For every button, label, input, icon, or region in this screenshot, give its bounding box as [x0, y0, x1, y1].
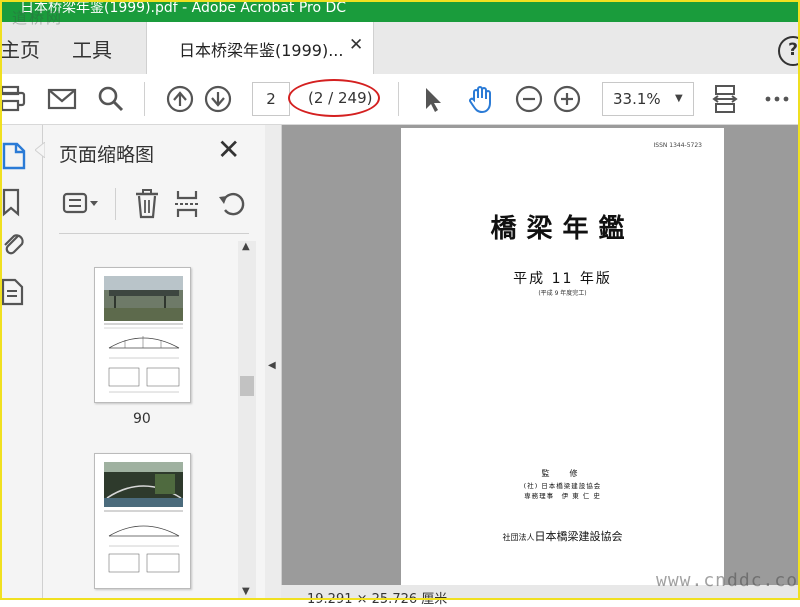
search-icon[interactable]: [93, 82, 127, 116]
print-icon[interactable]: [0, 82, 34, 116]
publisher: 社団法人日本橋梁建設協会: [401, 528, 724, 544]
scrollbar-thumb[interactable]: [240, 376, 254, 396]
tab-home[interactable]: 主页: [0, 34, 40, 63]
page-number-input[interactable]: 2: [252, 82, 290, 116]
bookmark-icon[interactable]: [0, 187, 30, 217]
page-size: 19.291 × 25.726 厘米: [307, 592, 448, 607]
document-edition-note: (平成 9 年度完工): [538, 290, 587, 297]
help-icon[interactable]: ?: [778, 36, 800, 66]
scroll-down-icon[interactable]: ▼: [242, 586, 250, 597]
panel-separator: [59, 233, 249, 234]
tab-document[interactable]: 日本桥梁年鉴(1999)... ✕: [146, 22, 374, 74]
rotate-icon[interactable]: [217, 188, 247, 220]
tab-document-label: 日本桥梁年鉴(1999)...: [179, 41, 344, 60]
hand-icon[interactable]: [464, 82, 498, 116]
publisher-name: 日本橋梁建設協会: [534, 530, 623, 543]
thumbnail-preview: [104, 462, 183, 573]
page-up-icon[interactable]: [163, 82, 197, 116]
panel-pointer: [35, 142, 45, 158]
chevron-down-icon: ▼: [675, 93, 683, 104]
publisher-prefix: 社団法人: [502, 533, 535, 542]
fit-width-icon[interactable]: [708, 82, 742, 116]
watermark-top-left: 道桥网: [12, 9, 64, 27]
highlight-ellipse: [288, 79, 380, 117]
thumbnails-scrollbar[interactable]: ▲ ▼: [238, 241, 256, 600]
more-icon[interactable]: [760, 82, 794, 116]
thumbnail-preview: [104, 276, 183, 393]
mail-icon[interactable]: [45, 82, 79, 116]
select-arrow-icon[interactable]: [416, 82, 450, 116]
document-icon[interactable]: [0, 277, 30, 307]
page-thumbnail[interactable]: [94, 267, 191, 403]
close-tab-icon[interactable]: ✕: [349, 35, 363, 55]
left-rail: [0, 125, 43, 600]
panel-title: 页面缩略图: [59, 144, 155, 166]
document-edition: 平成 11 年版: [513, 271, 612, 287]
toolbar-divider: [398, 82, 399, 116]
delete-icon[interactable]: [133, 188, 161, 220]
toolbar-divider: [144, 82, 145, 116]
tab-tools[interactable]: 工具: [72, 34, 112, 63]
scroll-up-icon[interactable]: ▲: [242, 241, 250, 252]
zoom-out-icon[interactable]: [512, 82, 546, 116]
thumbnail-options-icon[interactable]: [61, 190, 103, 218]
document-page: ISSN 1344-5723 橋梁年鑑 平成 11 年版 (平成 9 年度完工)…: [401, 128, 724, 585]
title-bar: 日本桥梁年鉴(1999).pdf - Adobe Acrobat Pro DC: [0, 0, 800, 22]
watermark-bottom-right: www.cnddc.com: [656, 570, 800, 591]
panel-toolbar: [43, 180, 265, 230]
issn-text: ISSN 1344-5723: [653, 142, 703, 149]
document-title: 橋梁年鑑: [490, 214, 635, 244]
panel-divider: [115, 188, 116, 220]
attachment-icon[interactable]: [0, 229, 30, 259]
tab-bar: 主页 工具 日本桥梁年鉴(1999)... ✕ ?: [0, 22, 800, 74]
collapse-panel-strip[interactable]: ◀: [265, 125, 282, 600]
close-panel-icon[interactable]: ✕: [217, 135, 240, 165]
insert-pages-icon[interactable]: [173, 188, 201, 220]
thumbnails-panel: 页面缩略图 ✕ 90 ▲ ▼: [35, 125, 265, 600]
zoom-value: 33.1%: [613, 90, 661, 108]
supervising-organization: (社) 日本橋梁建設協会: [523, 482, 602, 490]
window-title: 日本桥梁年鉴(1999).pdf - Adobe Acrobat Pro DC: [20, 0, 347, 16]
page-thumbnails-icon[interactable]: [0, 141, 30, 171]
page-thumbnail[interactable]: [94, 453, 191, 589]
thumbnail-label: 90: [133, 411, 151, 427]
zoom-in-icon[interactable]: [550, 82, 584, 116]
supervise-heading: 監 修: [541, 469, 584, 478]
collapse-arrow-icon[interactable]: ◀: [268, 360, 276, 371]
toolbar: 2 (2 / 249) 33.1% ▼: [0, 74, 800, 125]
zoom-select[interactable]: 33.1% ▼: [602, 82, 694, 116]
supervising-person: 専務理事 伊 東 仁 史: [524, 492, 601, 500]
page-down-icon[interactable]: [201, 82, 235, 116]
